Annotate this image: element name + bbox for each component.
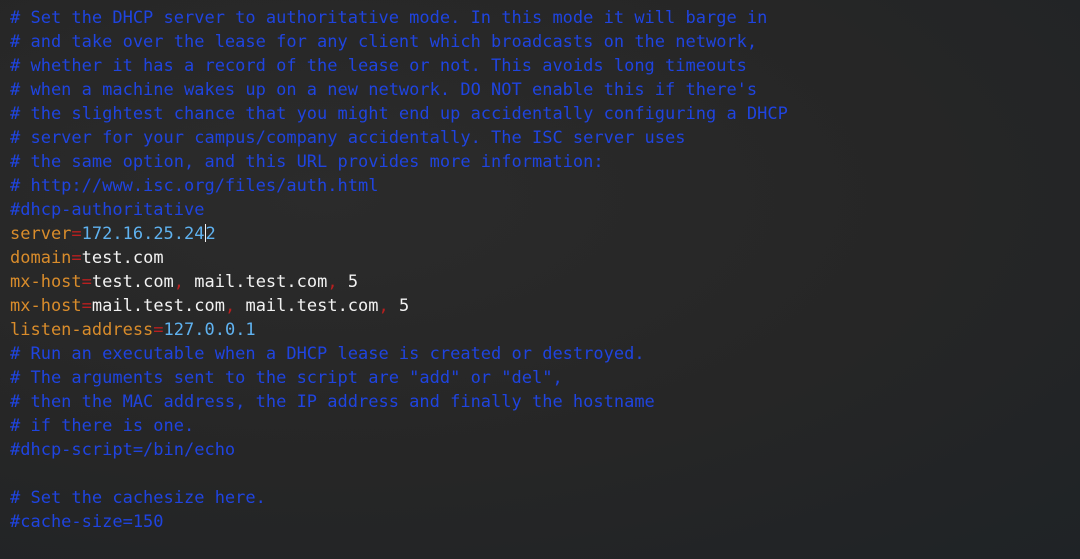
comma-separator: , <box>173 272 185 292</box>
comment-line: # when a machine wakes up on a new netwo… <box>10 80 758 100</box>
comment-line: # Set the DHCP server to authoritative m… <box>10 8 768 28</box>
config-value-number: 5 <box>337 272 359 292</box>
config-value: 172.16.25.24 <box>81 224 205 244</box>
comma-separator: , <box>224 296 236 316</box>
equals-sign: = <box>81 272 92 292</box>
config-key: listen-address <box>10 320 154 340</box>
comment-line: # the slightest chance that you might en… <box>10 104 788 124</box>
comment-line: # server for your campus/company acciden… <box>10 128 686 148</box>
config-value: test.com <box>91 272 174 292</box>
comment-line: # then the MAC address, the IP address a… <box>10 392 655 412</box>
config-key: mx-host <box>10 272 82 292</box>
equals-sign: = <box>81 296 92 316</box>
config-line-server: server=172.16.25.242 <box>10 222 1070 246</box>
comma-separator: , <box>327 272 338 292</box>
config-key: domain <box>10 248 72 268</box>
comment-line: #dhcp-authoritative <box>10 200 205 220</box>
comment-line: # Run an executable when a DHCP lease is… <box>10 344 645 364</box>
config-key: mx-host <box>10 296 82 316</box>
equals-sign: = <box>71 224 82 244</box>
text-editor[interactable]: # Set the DHCP server to authoritative m… <box>10 6 1070 551</box>
config-value: mail.test.com <box>91 296 225 316</box>
comment-line: # Set the cachesize here. <box>10 488 266 508</box>
comment-line: #dhcp-script=/bin/echo <box>10 440 236 460</box>
config-value-tail: 2 <box>205 224 216 244</box>
comment-line: # if there is one. <box>10 416 195 436</box>
config-key: server <box>10 224 72 244</box>
comment-line: # The arguments sent to the script are "… <box>10 368 563 388</box>
comment-line: # whether it has a record of the lease o… <box>10 56 747 76</box>
config-value: test.com <box>81 248 164 268</box>
comment-line: #cache-size=150 <box>10 512 164 532</box>
comment-line: # the same option, and this URL provides… <box>10 152 604 172</box>
config-value: mail.test.com <box>184 272 328 292</box>
comment-line: # and take over the lease for any client… <box>10 32 758 52</box>
config-line-mx-host: mx-host=mail.test.com, mail.test.com, 5 <box>10 294 1070 318</box>
comment-line: # http://www.isc.org/files/auth.html <box>10 176 379 196</box>
config-value-number: 5 <box>388 296 410 316</box>
config-value: 127.0.0.1 <box>163 320 256 340</box>
config-line-mx-host: mx-host=test.com, mail.test.com, 5 <box>10 270 1070 294</box>
comma-separator: , <box>378 296 389 316</box>
equals-sign: = <box>153 320 164 340</box>
equals-sign: = <box>71 248 82 268</box>
config-value: mail.test.com <box>235 296 379 316</box>
config-line-listen-address: listen-address=127.0.0.1 <box>10 318 1070 342</box>
config-line-domain: domain=test.com <box>10 246 1070 270</box>
